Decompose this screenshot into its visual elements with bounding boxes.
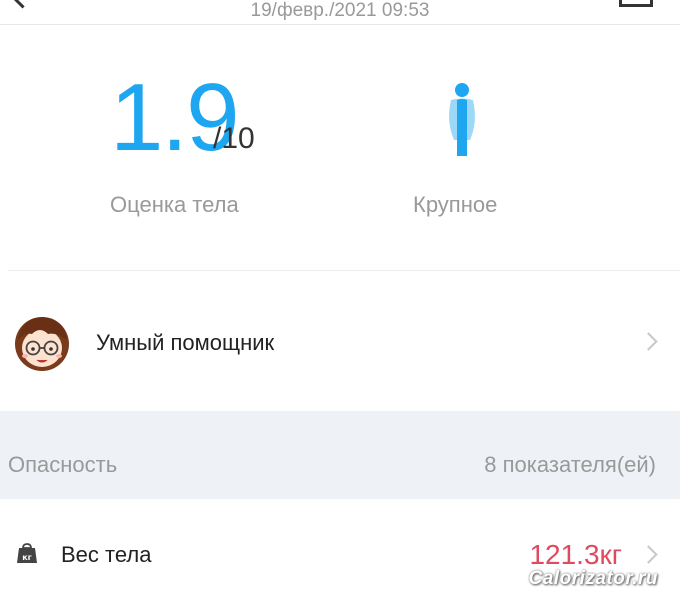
watermark: Calorizator.ru (528, 568, 658, 589)
share-icon[interactable] (619, 0, 653, 7)
top-bar: 19/февр./2021 09:53 (0, 0, 680, 25)
chevron-right-icon (639, 332, 658, 351)
score-label: Оценка тела (110, 192, 239, 217)
kg-weight-icon: кг (17, 543, 37, 563)
danger-indicator-count: 8 показателя(ей) (484, 452, 656, 477)
body-score: 1.9 /10 Оценка тела (0, 60, 350, 240)
body-type-label: Крупное (413, 192, 498, 217)
body-composition-screen: 19/февр./2021 09:53 1.9 /10 Оценка тела … (0, 0, 680, 600)
chevron-right-icon (639, 545, 658, 564)
smart-assistant-label: Умный помощник (96, 330, 275, 355)
divider (8, 270, 680, 271)
body-figure-icon (449, 83, 475, 156)
danger-section-header: Опасность 8 показателя(ей) (0, 411, 680, 499)
svg-text:кг: кг (22, 553, 32, 562)
danger-section-title: Опасность (8, 452, 118, 477)
avatar (15, 317, 69, 371)
score-max: /10 (213, 122, 255, 155)
body-type: Крупное (380, 60, 580, 240)
metric-value: 121.3кг (529, 539, 622, 570)
smart-assistant-row[interactable]: Умный помощник (0, 290, 680, 402)
measurement-date: 19/февр./2021 09:53 (250, 0, 430, 21)
metric-label: Вес тела (61, 542, 152, 567)
